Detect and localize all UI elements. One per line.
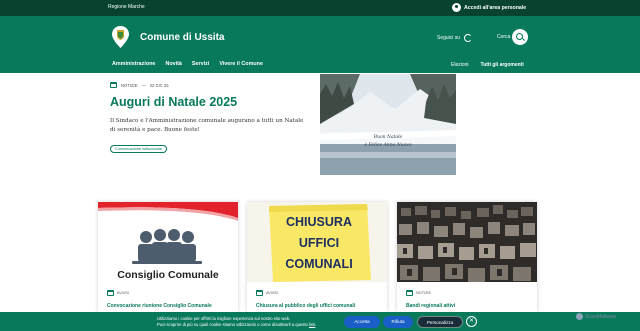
featured-meta: NOTIZIE — 22 DIC 25 <box>110 82 169 88</box>
card-image: CHIUSURA UFFICI COMUNALI <box>247 202 387 282</box>
cookie-line-2: Puoi scoprire di più su quali cookie sti… <box>157 322 308 327</box>
image-caption-1: Buon Natale <box>373 134 403 140</box>
news-card[interactable]: Consiglio Comunale AVVISI Convocazione r… <box>98 202 238 312</box>
search-label: Cerca <box>497 34 511 40</box>
calendar-icon <box>256 290 263 296</box>
accept-button[interactable]: Accetta <box>344 316 380 328</box>
winter-landscape-image: Buon Natale e Felice Anno Nuovo <box>320 74 456 175</box>
cookie-banner: Utilizziamo i cookie per offrirti la mig… <box>0 312 640 331</box>
user-icon <box>452 3 461 12</box>
featured-date: 22 DIC 25 <box>149 82 169 88</box>
card-image-text-2: UFFICI <box>299 236 339 250</box>
site-header: Comune di Ussita Seguici su Cerca Ammini… <box>0 16 640 73</box>
site-title[interactable]: Comune di Ussita <box>140 32 224 43</box>
region-link[interactable]: Regione Marche <box>108 4 145 10</box>
nav-item-amministrazione[interactable]: Amministrazione <box>112 61 155 67</box>
nav-item-tutti-gli-argomenti[interactable]: Tutti gli argomenti <box>481 62 524 68</box>
nav-item-novita[interactable]: Novità <box>165 61 181 67</box>
search-button[interactable] <box>512 29 528 45</box>
card-image <box>397 202 537 282</box>
watermark: ScanMalware <box>576 313 616 320</box>
news-card[interactable]: NOTIZIE Bandi regionali attivi <box>397 202 537 312</box>
reject-button[interactable]: Rifiuta <box>383 316 413 328</box>
card-category: NOTIZIE <box>416 291 431 295</box>
featured-text: Il Sindaco e l'Amministrazione comunale … <box>110 118 304 133</box>
card-title[interactable]: Chiusura al pubblico degli uffici comuna… <box>256 303 355 309</box>
secondary-nav: Elezioni Tutti gli argomenti <box>451 62 524 68</box>
watermark-text: ScanMalware <box>585 313 617 320</box>
social-icon[interactable] <box>464 34 473 42</box>
card-meta: NOTIZIE <box>406 290 431 296</box>
cookie-text: Utilizziamo i cookie per offrirti la mig… <box>157 316 317 327</box>
card-meta: AVVISI <box>107 290 129 296</box>
customize-button[interactable]: Personalizza <box>417 316 463 328</box>
card-title[interactable]: Bandi regionali attivi <box>406 303 455 309</box>
follow-label: Seguici su <box>437 35 461 41</box>
card-meta: AVVISI <box>256 290 278 296</box>
featured-image[interactable]: Buon Natale e Felice Anno Nuovo <box>320 74 456 175</box>
meta-separator: — <box>141 82 146 88</box>
featured-category: NOTIZIE <box>121 82 138 88</box>
card-category: AVVISI <box>266 291 278 295</box>
top-utility-bar: Regione Marche Accedi all'area personale <box>0 0 640 16</box>
card-image: Consiglio Comunale <box>98 202 238 282</box>
main-nav: Amministrazione Novità Servizi Vivere il… <box>112 61 263 67</box>
calendar-icon <box>110 82 117 88</box>
news-card[interactable]: CHIUSURA UFFICI COMUNALI AVVISI Chiusura… <box>247 202 387 312</box>
card-image-text: Consiglio Comunale <box>117 269 219 281</box>
close-icon[interactable]: ✕ <box>466 316 477 327</box>
featured-title[interactable]: Auguri di Natale 2025 <box>110 95 237 109</box>
cookie-link[interactable]: link <box>309 322 315 327</box>
card-image-text-3: COMUNALI <box>285 257 352 271</box>
calendar-icon <box>107 290 114 296</box>
featured-tag[interactable]: Comunicazione istituzionale <box>110 145 168 153</box>
login-button[interactable]: Accedi all'area personale <box>452 3 526 12</box>
scanmalware-logo-icon <box>576 313 583 320</box>
social-follow: Seguici su <box>437 34 473 42</box>
card-image-text-1: CHIUSURA <box>286 215 352 229</box>
municipality-logo[interactable] <box>112 26 129 48</box>
calendar-icon <box>406 290 413 296</box>
nav-item-elezioni[interactable]: Elezioni <box>451 62 469 68</box>
card-category: AVVISI <box>117 291 129 295</box>
login-label: Accedi all'area personale <box>464 4 527 11</box>
image-caption-2: e Felice Anno Nuovo <box>364 142 411 148</box>
nav-item-servizi[interactable]: Servizi <box>192 61 209 67</box>
card-title[interactable]: Convocazione riunione Consiglio Comunale <box>107 303 212 309</box>
page: Regione Marche Accedi all'area personale… <box>0 0 640 331</box>
nav-item-vivere-il-comune[interactable]: Vivere il Comune <box>219 61 263 67</box>
